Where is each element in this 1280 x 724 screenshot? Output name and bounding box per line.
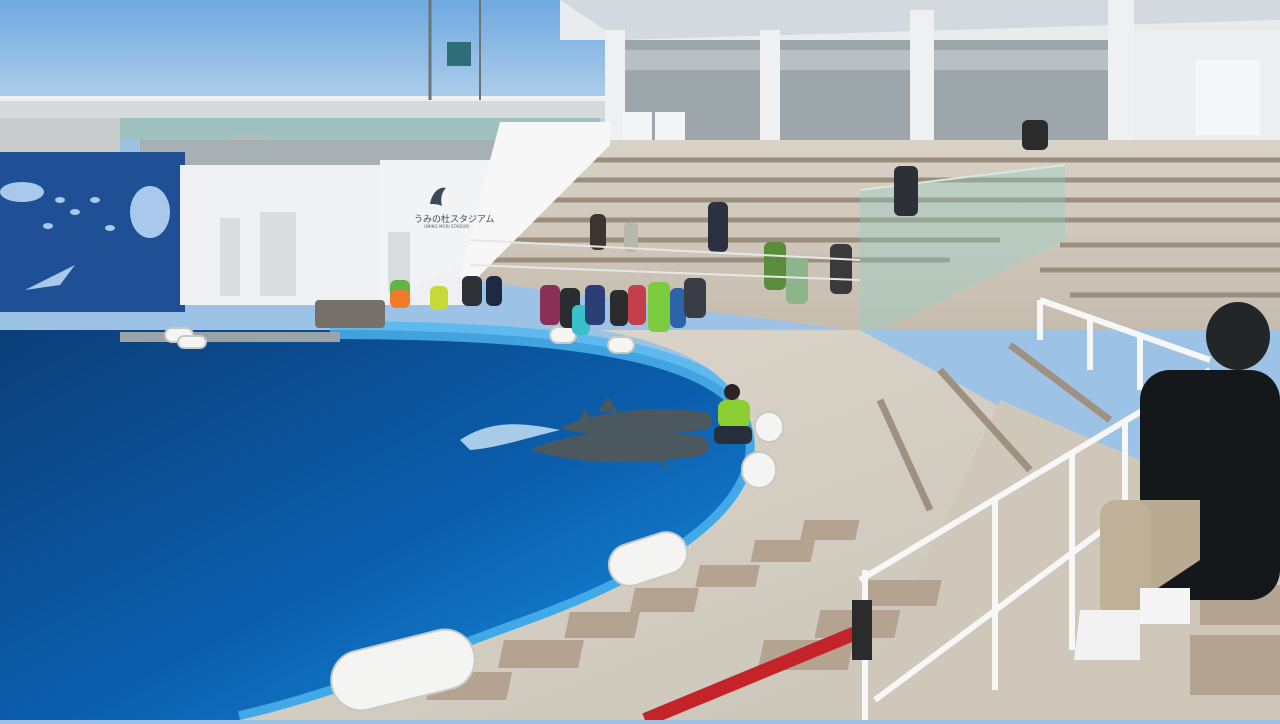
stadium-photo — [0, 0, 1280, 724]
stadium-roof — [560, 0, 1280, 150]
stadium-sign-sub: UMINO MORI STADIUM — [424, 224, 469, 229]
stage-platform — [120, 332, 340, 342]
